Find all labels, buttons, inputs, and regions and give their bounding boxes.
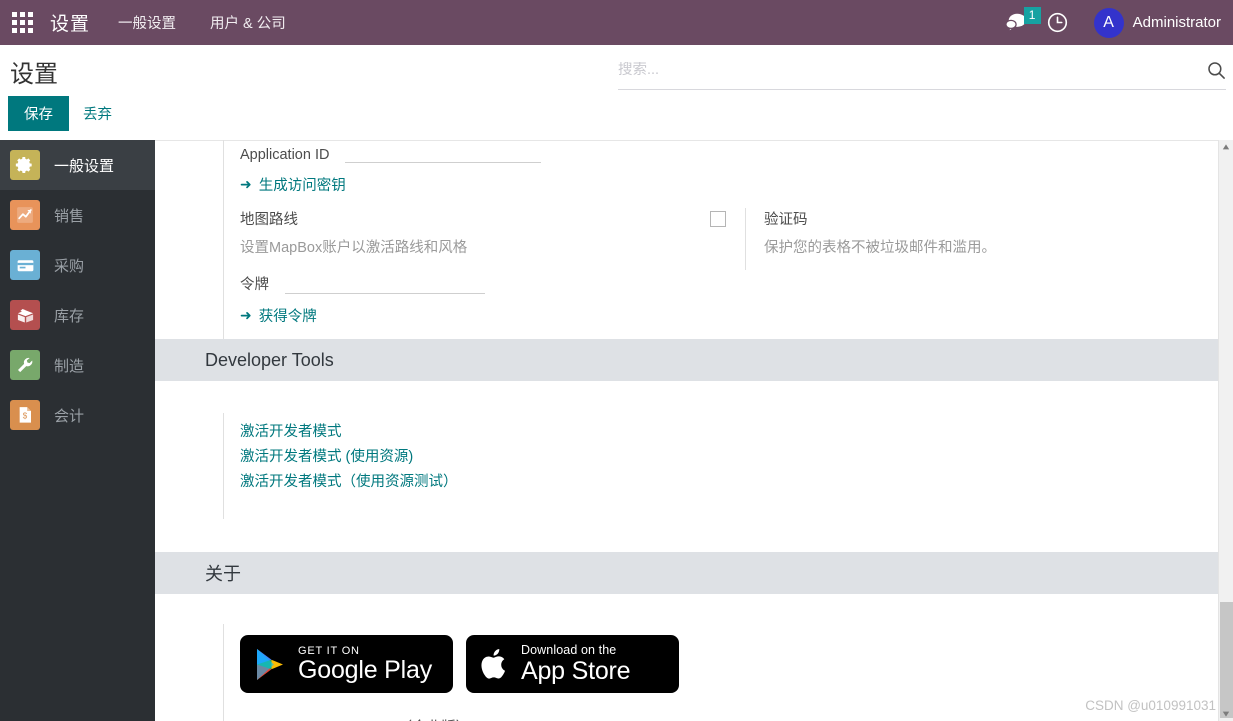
activate-developer-mode-link[interactable]: 激活开发者模式 [240, 420, 1233, 445]
wrench-icon [10, 350, 40, 380]
map-token-label: 令牌 [240, 277, 269, 293]
gear-icon [10, 150, 40, 180]
version-row: Odoo 16.0+e-20221019 （企业版） [223, 716, 1233, 721]
get-token-link[interactable]: ➜ 获得令牌 [240, 305, 317, 326]
developer-tools-group: 激活开发者模式 激活开发者模式 (使用资源) 激活开发者模式（使用资源测试） [155, 381, 1233, 552]
avatar: A [1094, 8, 1124, 38]
developer-tools-heading: Developer Tools [205, 350, 334, 371]
generate-access-key-link[interactable]: ➜ 生成访问密钥 [240, 174, 346, 195]
get-token-label: 获得令牌 [259, 305, 317, 326]
sidebar-item-label: 制造 [54, 355, 84, 376]
search-icon[interactable] [1207, 61, 1226, 80]
settings-sidebar: 一般设置 销售 采购 [0, 140, 155, 721]
about-heading: 关于 [205, 560, 241, 586]
sidebar-item-label: 会计 [54, 405, 84, 426]
activate-developer-mode-assets-link[interactable]: 激活开发者模式 (使用资源) [240, 445, 1233, 470]
sidebar-item-manufacturing[interactable]: 制造 [0, 340, 155, 390]
scrollbar-thumb[interactable] [1220, 602, 1233, 718]
content-scrollbar[interactable] [1218, 140, 1233, 721]
settings-content: Application ID ➜ 生成访问密钥 地图路线 设置MapBox账户以… [155, 140, 1233, 721]
arrow-right-icon: ➜ [240, 176, 252, 193]
map-routes-description: 设置MapBox账户以激活路线和风格 [240, 236, 690, 257]
generate-access-key-label: 生成访问密钥 [259, 174, 346, 195]
navbar-menu: 一般设置 用户 & 公司 [118, 12, 286, 33]
developer-tools-header: Developer Tools [155, 339, 1233, 381]
watermark: CSDN @u010991031 [1085, 698, 1216, 713]
messages-button[interactable]: 1 [995, 0, 1037, 45]
application-id-label: Application ID [240, 147, 329, 163]
search-input[interactable] [618, 62, 1207, 78]
captcha-checkbox[interactable] [710, 211, 726, 227]
api-field-group: Application ID ➜ 生成访问密钥 [155, 140, 1233, 194]
nav-item-general-settings[interactable]: 一般设置 [118, 12, 176, 33]
save-button[interactable]: 保存 [8, 96, 69, 131]
map-token-input[interactable] [285, 272, 485, 294]
apps-grid-icon [12, 12, 33, 33]
activity-button[interactable] [1037, 0, 1078, 45]
app-store-big-text: App Store [521, 658, 630, 684]
about-header: 关于 [155, 552, 1233, 594]
nav-item-users-companies[interactable]: 用户 & 公司 [210, 12, 286, 33]
settings-top-block: Application ID ➜ 生成访问密钥 地图路线 设置MapBox账户以… [155, 140, 1233, 339]
control-panel-buttons: 保存 丢弃 [8, 96, 118, 131]
discard-button[interactable]: 丢弃 [77, 96, 118, 131]
sidebar-item-label: 一般设置 [54, 155, 114, 176]
search-view [618, 51, 1226, 90]
sidebar-item-inventory[interactable]: 库存 [0, 290, 155, 340]
map-captcha-group: 地图路线 设置MapBox账户以激活路线和风格 令牌 ➜ 获得令牌 验证码 [155, 194, 1233, 339]
application-id-input[interactable] [345, 141, 541, 163]
captcha-description: 保护您的表格不被垃圾邮件和滥用。 [764, 236, 996, 257]
map-routes-label: 地图路线 [240, 208, 690, 229]
sidebar-item-label: 采购 [54, 255, 84, 276]
google-play-badge[interactable]: GET IT ON Google Play [240, 635, 453, 693]
sidebar-item-sales[interactable]: 销售 [0, 190, 155, 240]
captcha-setting: 验证码 保护您的表格不被垃圾邮件和滥用。 [710, 208, 1190, 270]
navbar-brand[interactable]: 设置 [44, 9, 96, 36]
get-token-row: ➜ 获得令牌 [240, 305, 690, 326]
captcha-texts: 验证码 保护您的表格不被垃圾邮件和滥用。 [764, 208, 996, 270]
sidebar-item-label: 库存 [54, 305, 84, 326]
user-menu-button[interactable]: A Administrator [1078, 8, 1225, 38]
generate-access-key-row: ➜ 生成访问密钥 [223, 174, 1233, 195]
captcha-divider [745, 208, 746, 270]
scroll-up-arrow-icon[interactable] [1219, 140, 1233, 154]
sidebar-item-purchase[interactable]: 采购 [0, 240, 155, 290]
chart-line-icon [10, 200, 40, 230]
app-store-badge[interactable]: Download on the App Store [466, 635, 679, 693]
map-routes-setting: 地图路线 设置MapBox账户以激活路线和风格 令牌 ➜ 获得令牌 [223, 208, 690, 326]
scroll-down-arrow-icon[interactable] [1219, 707, 1233, 721]
invoice-icon: $ [10, 400, 40, 430]
sidebar-item-accounting[interactable]: $ 会计 [0, 390, 155, 440]
store-badges-row: GET IT ON Google Play Download on the Ap… [223, 635, 1233, 693]
google-play-icon [254, 647, 286, 682]
activate-developer-mode-assets-tests-link[interactable]: 激活开发者模式（使用资源测试） [240, 470, 1233, 495]
top-navbar: 设置 一般设置 用户 & 公司 1 A Administrator [0, 0, 1233, 45]
svg-text:$: $ [23, 412, 28, 421]
map-token-row: 令牌 [240, 272, 690, 294]
app-store-small-text: Download on the [521, 644, 630, 658]
credit-card-icon [10, 250, 40, 280]
developer-tools-links: 激活开发者模式 激活开发者模式 (使用资源) 激活开发者模式（使用资源测试） [223, 420, 1233, 495]
captcha-label: 验证码 [764, 208, 996, 229]
app-store-text: Download on the App Store [521, 644, 630, 684]
apple-logo-icon [480, 646, 510, 682]
store-badges: GET IT ON Google Play Download on the Ap… [240, 635, 1233, 693]
clock-icon [1047, 12, 1068, 33]
application-id-row: Application ID [223, 140, 1233, 163]
user-name: Administrator [1133, 14, 1221, 31]
google-play-big-text: Google Play [298, 657, 432, 683]
google-play-text: GET IT ON Google Play [298, 645, 432, 683]
box-icon [10, 300, 40, 330]
control-panel: 设置 保存 丢弃 [0, 45, 1233, 140]
sidebar-item-general-settings[interactable]: 一般设置 [0, 140, 155, 190]
about-group: GET IT ON Google Play Download on the Ap… [155, 594, 1233, 721]
apps-menu-button[interactable] [0, 0, 44, 45]
page-title: 设置 [10, 54, 58, 89]
arrow-right-icon: ➜ [240, 307, 252, 324]
navbar-right: 1 A Administrator [995, 0, 1225, 45]
sidebar-item-label: 销售 [54, 205, 84, 226]
